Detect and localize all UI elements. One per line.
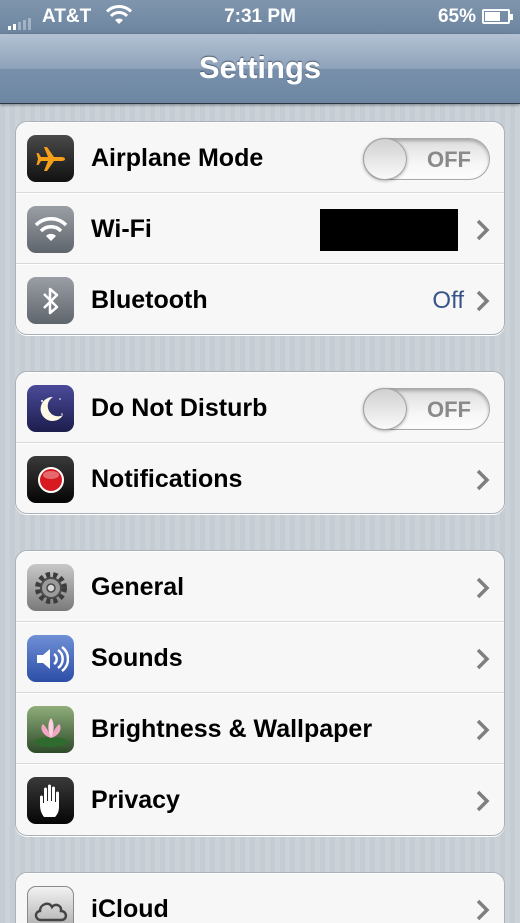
toggle-knob <box>363 138 407 180</box>
row-label: Do Not Disturb <box>91 394 268 422</box>
settings-group-accounts: iCloud <box>15 872 505 923</box>
cloud-icon <box>27 886 74 923</box>
flower-icon <box>27 706 74 753</box>
moon-icon <box>27 385 74 432</box>
toggle-state-label: OFF <box>427 147 471 172</box>
chevron-right-icon <box>476 577 490 599</box>
chevron-right-icon <box>476 719 490 741</box>
airplane-mode-toggle[interactable]: OFF <box>363 138 490 180</box>
toggle-state-label: OFF <box>427 397 471 422</box>
chevron-right-icon <box>476 219 490 241</box>
settings-row-icloud[interactable]: iCloud <box>16 873 504 923</box>
row-label: Sounds <box>91 644 183 672</box>
row-label: Wi-Fi <box>91 215 152 243</box>
speaker-icon <box>27 635 74 682</box>
settings-row-brightness-wallpaper[interactable]: Brightness & Wallpaper <box>16 693 504 764</box>
settings-row-do-not-disturb[interactable]: Do Not Disturb OFF <box>16 372 504 443</box>
chevron-right-icon <box>476 469 490 491</box>
wifi-icon <box>27 206 74 253</box>
settings-row-general[interactable]: General <box>16 551 504 622</box>
chevron-right-icon <box>476 290 490 312</box>
battery-icon <box>482 9 513 24</box>
settings-row-notifications[interactable]: Notifications <box>16 443 504 513</box>
settings-row-airplane-mode[interactable]: Airplane Mode OFF <box>16 122 504 193</box>
chevron-right-icon <box>476 790 490 812</box>
row-label: Privacy <box>91 786 180 814</box>
redacted-network-name <box>320 209 458 251</box>
settings-group-connectivity: Airplane Mode OFF Wi-Fi Bluetooth Off <box>15 121 505 335</box>
status-bar: AT&T 7:31 PM 65% <box>0 0 520 34</box>
row-label: Airplane Mode <box>91 144 264 172</box>
row-label: iCloud <box>91 895 169 923</box>
notifications-icon <box>27 456 74 503</box>
gear-icon <box>27 564 74 611</box>
chevron-right-icon <box>476 899 490 921</box>
settings-row-wifi[interactable]: Wi-Fi <box>16 193 504 264</box>
row-label: General <box>91 573 185 601</box>
settings-group-alerts: Do Not Disturb OFF Notifications <box>15 371 505 514</box>
bluetooth-icon <box>27 277 74 324</box>
settings-group-device: General Sounds Brightness & Wallpaper Pr… <box>15 550 505 836</box>
battery-percentage: 65% <box>437 6 476 27</box>
settings-row-sounds[interactable]: Sounds <box>16 622 504 693</box>
hand-icon <box>27 777 74 824</box>
do-not-disturb-toggle[interactable]: OFF <box>363 388 490 430</box>
toggle-knob <box>363 388 407 430</box>
navigation-bar: Settings <box>0 34 520 104</box>
settings-row-bluetooth[interactable]: Bluetooth Off <box>16 264 504 334</box>
chevron-right-icon <box>476 648 490 670</box>
page-title: Settings <box>198 50 322 85</box>
bluetooth-status-value: Off <box>432 287 464 314</box>
row-label: Brightness & Wallpaper <box>91 715 373 743</box>
settings-row-privacy[interactable]: Privacy <box>16 764 504 835</box>
airplane-icon <box>27 135 74 182</box>
row-label: Bluetooth <box>91 286 208 314</box>
row-label: Notifications <box>91 465 243 493</box>
